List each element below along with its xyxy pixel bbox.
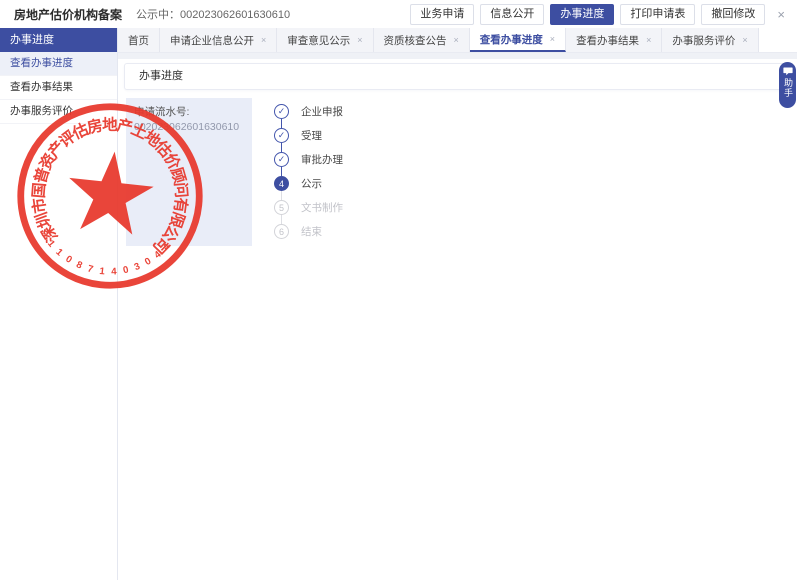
tab-close-icon[interactable]: × — [261, 35, 266, 45]
tab-qualification-notice[interactable]: 资质核查公告 × — [374, 28, 470, 52]
chat-bubble-icon — [783, 67, 793, 76]
sidebar-item-view-progress[interactable]: 查看办事进度 — [0, 52, 117, 76]
progress-steps: ✓ 企业申报 ✓ 受理 ✓ — [274, 98, 343, 246]
assistant-button[interactable]: 助手 — [779, 62, 796, 108]
step-finish: 6 结束 — [274, 224, 343, 239]
serial-number-value: 002023062601630610 — [134, 120, 244, 135]
tab-close-icon[interactable]: × — [454, 35, 459, 45]
withdraw-modify-button[interactable]: 撤回修改 — [701, 4, 765, 25]
serial-number-card: 申请流水号: 002023062601630610 — [126, 98, 252, 246]
main-panel: 首页 申请企业信息公开 × 审查意见公示 × 资质核查公告 × 查看办事进度 × — [118, 28, 797, 580]
step-document-making: 5 文书制作 — [274, 200, 343, 224]
tab-close-icon[interactable]: × — [357, 35, 362, 45]
tab-close-icon[interactable]: × — [646, 35, 651, 45]
step-enterprise-declaration: ✓ 企业申报 — [274, 104, 343, 128]
progress-content: 申请流水号: 002023062601630610 ✓ 企业申报 ✓ — [118, 94, 797, 246]
check-circle-icon: ✓ — [274, 128, 289, 143]
top-header: 房地产估价机构备案 公示中：002023062601630610 业务申请 信息… — [0, 0, 797, 28]
sidebar: 办事进度 查看办事进度 查看办事结果 办事服务评价 — [0, 28, 118, 580]
step-connector — [281, 119, 282, 128]
status-prefix: 公示中： — [136, 9, 180, 21]
progress-button[interactable]: 办事进度 — [550, 4, 614, 25]
sidebar-header: 办事进度 — [0, 28, 117, 52]
step-label: 受理 — [301, 128, 322, 143]
tab-close-icon[interactable]: × — [742, 35, 747, 45]
step-publicity: 4 公示 — [274, 176, 343, 200]
app-window: 房地产估价机构备案 公示中：002023062601630610 业务申请 信息… — [0, 0, 797, 580]
tab-label: 办事服务评价 — [672, 33, 735, 48]
step-number-icon: 5 — [274, 200, 289, 215]
info-disclosure-button[interactable]: 信息公开 — [480, 4, 544, 25]
body: 办事进度 查看办事进度 查看办事结果 办事服务评价 首页 申请企业信息公开 × … — [0, 28, 797, 580]
status-serial-number: 002023062601630610 — [180, 9, 290, 21]
tab-label: 审查意见公示 — [287, 33, 350, 48]
tab-label: 查看办事进度 — [480, 32, 543, 47]
step-connector — [281, 143, 282, 152]
step-connector — [281, 167, 282, 176]
print-application-button[interactable]: 打印申请表 — [620, 4, 695, 25]
step-label: 结束 — [301, 224, 322, 239]
tab-bar: 首页 申请企业信息公开 × 审查意见公示 × 资质核查公告 × 查看办事进度 × — [118, 28, 797, 53]
step-label: 审批办理 — [301, 152, 343, 167]
tab-view-result[interactable]: 查看办事结果 × — [566, 28, 662, 52]
step-connector — [281, 215, 282, 224]
close-icon[interactable]: × — [777, 8, 785, 21]
tab-label: 申请企业信息公开 — [170, 33, 254, 48]
step-connector — [281, 191, 282, 200]
assistant-label: 助手 — [783, 78, 792, 98]
tab-view-progress[interactable]: 查看办事进度 × — [470, 28, 566, 52]
serial-number-label: 申请流水号: — [134, 105, 244, 120]
tab-home[interactable]: 首页 — [118, 28, 160, 52]
tab-service-rating[interactable]: 办事服务评价 × — [662, 28, 758, 52]
step-label: 公示 — [301, 176, 322, 191]
tab-review-opinion[interactable]: 审查意见公示 × — [277, 28, 373, 52]
tab-label: 首页 — [128, 33, 149, 48]
tab-label: 查看办事结果 — [576, 33, 639, 48]
sidebar-item-service-rating[interactable]: 办事服务评价 — [0, 100, 117, 124]
breadcrumb: 办事进度 — [124, 63, 791, 90]
tab-close-icon[interactable]: × — [550, 34, 555, 44]
tab-gap-strip — [118, 53, 797, 59]
publicity-status: 公示中：002023062601630610 — [136, 6, 290, 22]
tab-label: 资质核查公告 — [384, 33, 447, 48]
step-acceptance: ✓ 受理 — [274, 128, 343, 152]
step-approval-handling: ✓ 审批办理 — [274, 152, 343, 176]
sidebar-item-view-result[interactable]: 查看办事结果 — [0, 76, 117, 100]
tab-company-info-disclosure[interactable]: 申请企业信息公开 × — [160, 28, 277, 52]
check-circle-icon: ✓ — [274, 152, 289, 167]
step-number-icon: 6 — [274, 224, 289, 239]
step-number-icon: 4 — [274, 176, 289, 191]
step-label: 企业申报 — [301, 104, 343, 119]
check-circle-icon: ✓ — [274, 104, 289, 119]
business-apply-button[interactable]: 业务申请 — [410, 4, 474, 25]
step-label: 文书制作 — [301, 200, 343, 215]
app-title: 房地产估价机构备案 — [14, 6, 122, 23]
